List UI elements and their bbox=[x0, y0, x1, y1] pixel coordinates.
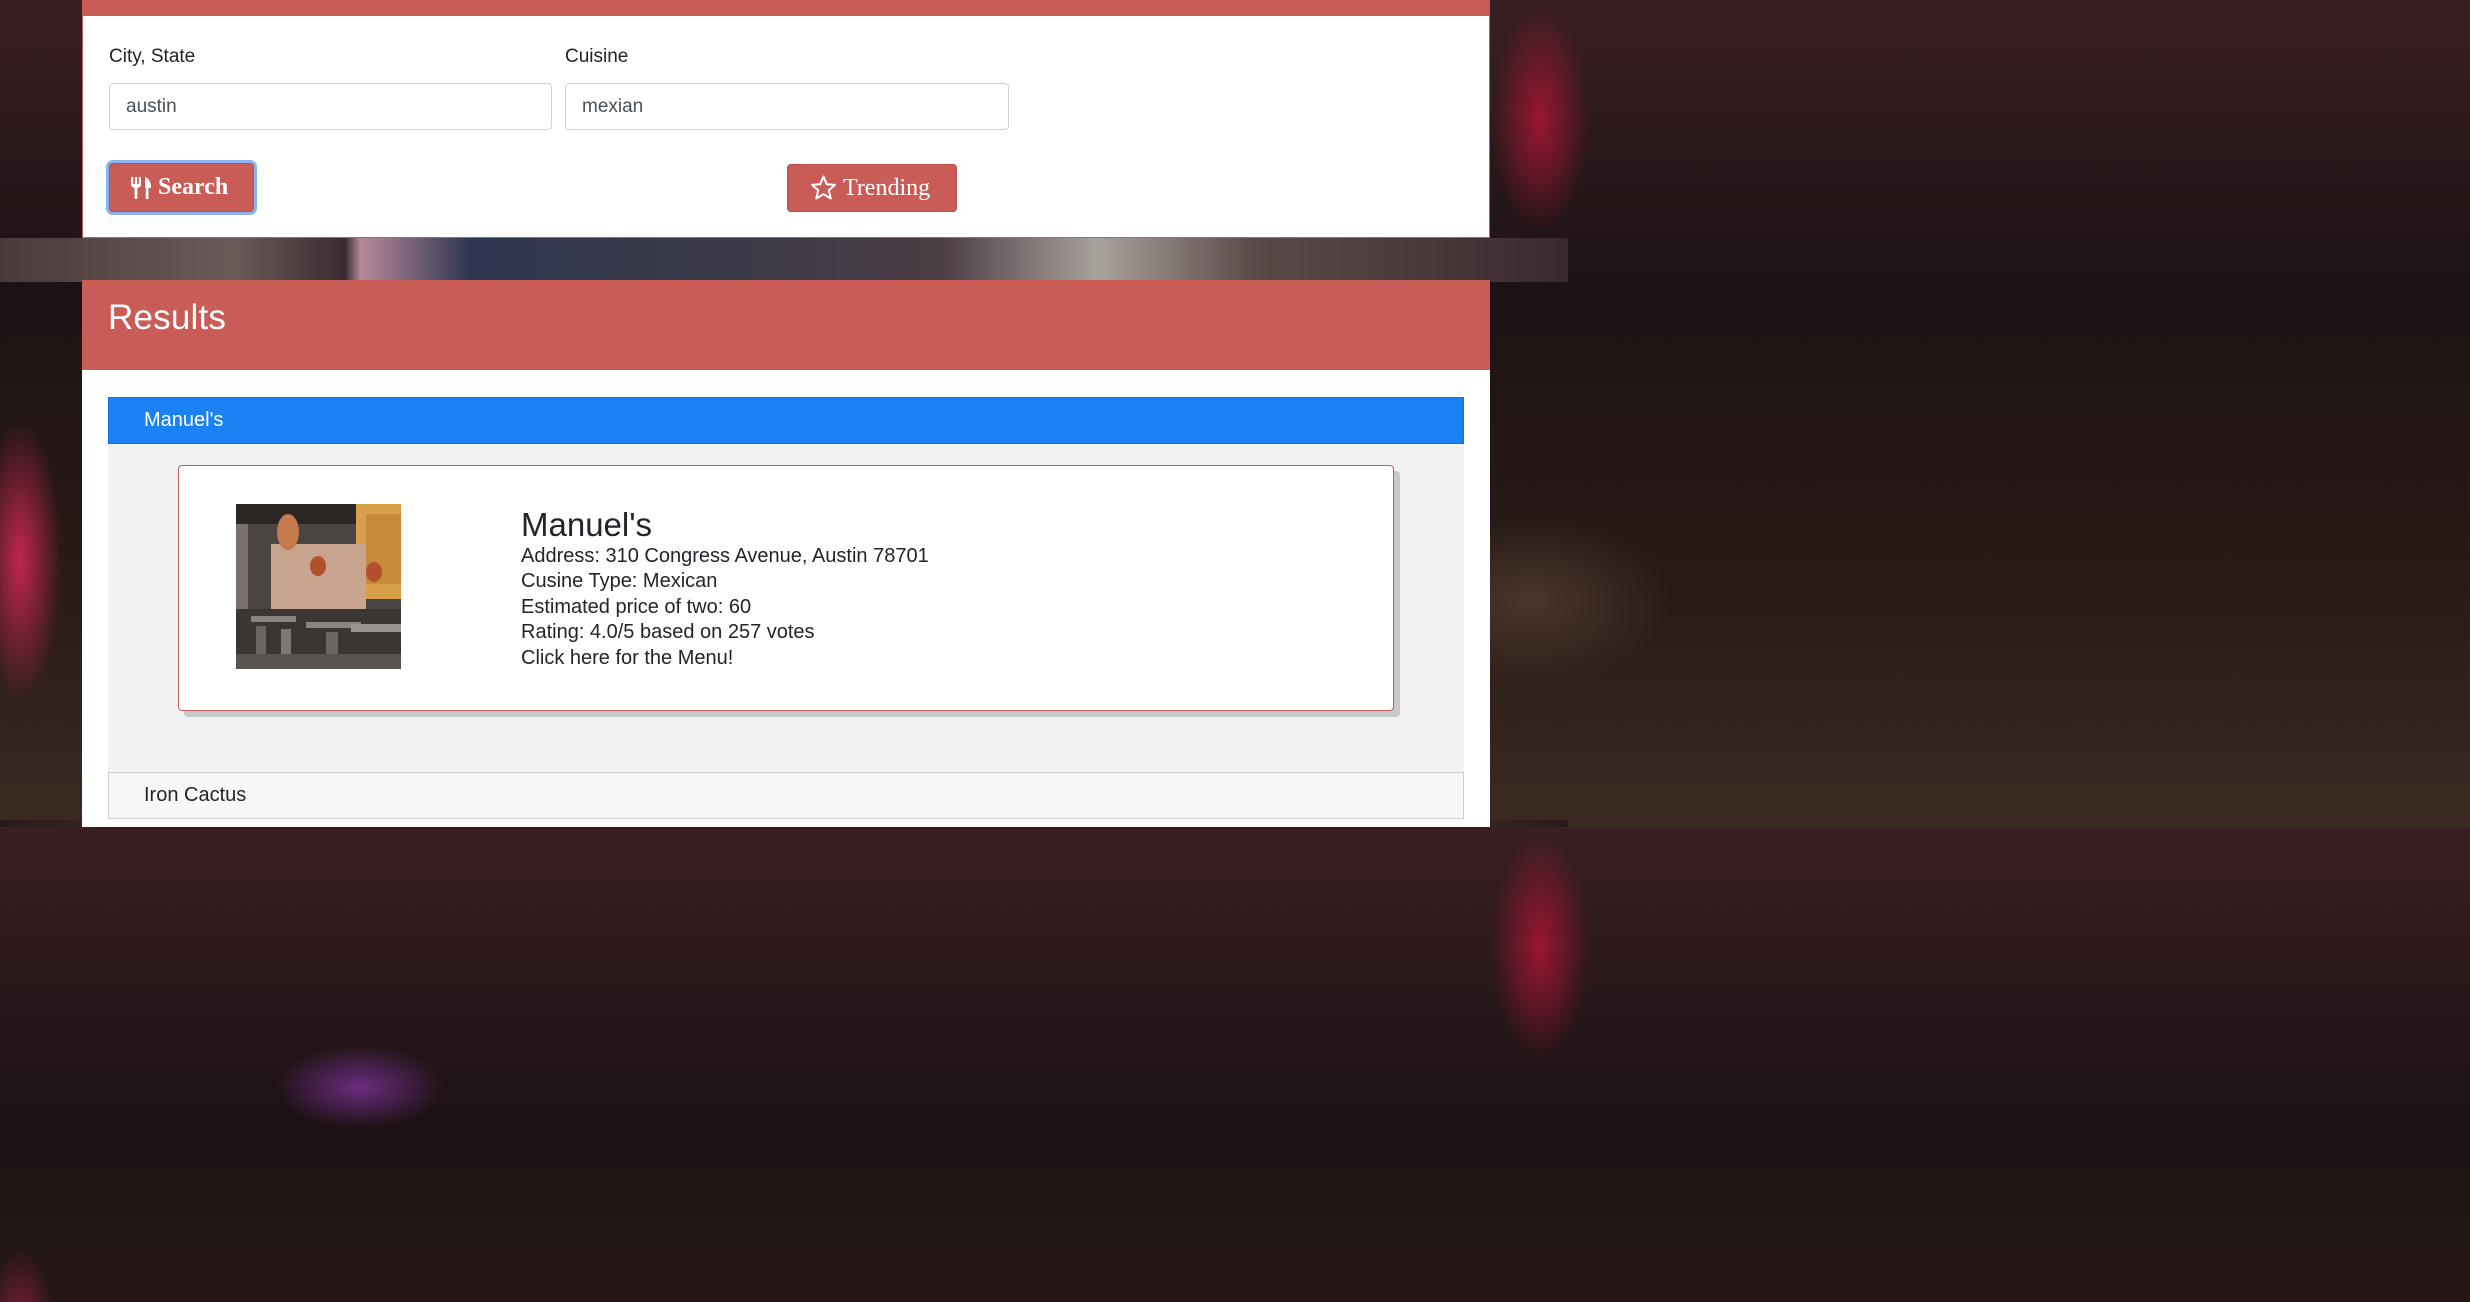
restaurant-rating: Rating: 4.0/5 based on 257 votes bbox=[521, 621, 815, 644]
search-card-header bbox=[83, 0, 1489, 16]
city-input[interactable] bbox=[109, 83, 552, 130]
trending-button[interactable]: Trending bbox=[787, 164, 957, 212]
results-title: Results bbox=[108, 298, 227, 337]
restaurant-price: Estimated price of two: 60 bbox=[521, 595, 752, 618]
restaurant-photo bbox=[236, 504, 401, 669]
restaurant-card: Manuel's Address: 310 Congress Avenue, A… bbox=[178, 465, 1394, 711]
restaurant-address: Address: 310 Congress Avenue, Austin 787… bbox=[521, 545, 929, 567]
results-header: Results bbox=[82, 280, 1490, 370]
restaurant-info: Manuel's Address: 310 Congress Avenue, A… bbox=[521, 506, 929, 671]
restaurant-cuisine: Cusine Type: Mexican bbox=[521, 570, 718, 593]
utensils-icon bbox=[130, 176, 152, 200]
trending-button-label: Trending bbox=[843, 174, 931, 201]
search-button-label: Search bbox=[158, 174, 229, 200]
star-icon bbox=[810, 175, 837, 201]
search-card: City, State Cuisine Search Trending bbox=[82, 0, 1490, 238]
cuisine-label: Cuisine bbox=[565, 46, 629, 67]
accordion-header-manuels[interactable]: Manuel's bbox=[108, 397, 1464, 444]
city-label: City, State bbox=[109, 46, 196, 67]
background-photo bbox=[0, 238, 1568, 282]
search-button[interactable]: Search bbox=[109, 163, 254, 212]
restaurant-name: Manuel's bbox=[521, 506, 653, 543]
accordion-body-manuels: Manuel's Address: 310 Congress Avenue, A… bbox=[108, 444, 1464, 772]
results-card: Results Manuel's Manuel's Address: 310 C… bbox=[82, 280, 1490, 827]
cuisine-input[interactable] bbox=[565, 83, 1009, 130]
menu-link[interactable]: Click here for the Menu! bbox=[521, 646, 929, 671]
accordion-header-iron-cactus[interactable]: Iron Cactus bbox=[108, 772, 1464, 819]
